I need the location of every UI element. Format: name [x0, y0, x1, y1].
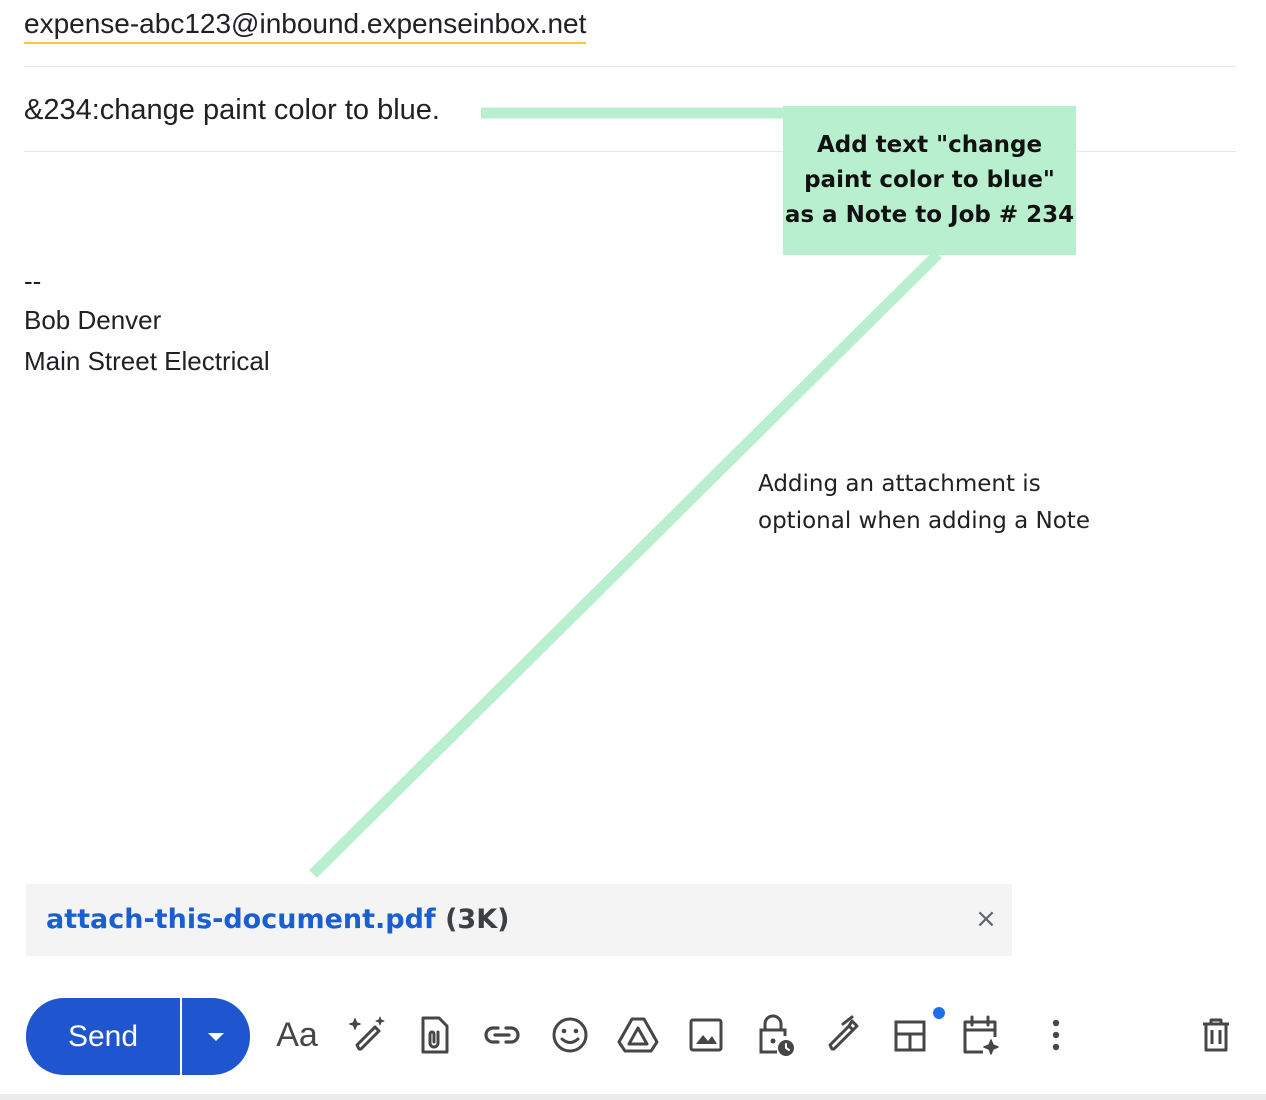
- help-me-write-button[interactable]: [342, 1010, 392, 1060]
- attachment-filename[interactable]: attach-this-document.pdf: [46, 904, 436, 935]
- insert-link-button[interactable]: [477, 1010, 527, 1060]
- more-options-button[interactable]: [1031, 1010, 1081, 1060]
- notification-dot-icon: [933, 1007, 945, 1019]
- help-me-write-icon: [349, 1016, 385, 1051]
- insert-emoji-icon: [552, 1017, 588, 1053]
- formatting-options-icon: Aa: [276, 1015, 318, 1054]
- send-button-group: Send: [26, 998, 250, 1075]
- layouts-button[interactable]: [886, 1010, 936, 1060]
- formatting-options-button[interactable]: Aa: [272, 1010, 322, 1060]
- attachment-size: (3K): [445, 904, 510, 935]
- send-button[interactable]: Send: [26, 998, 182, 1075]
- schedule-event-button[interactable]: [955, 1010, 1005, 1060]
- chevron-down-icon: [208, 1032, 224, 1041]
- callout-line-3: as a Note to Job # 234: [784, 202, 1075, 228]
- discard-draft-icon: [1203, 1018, 1229, 1052]
- insert-signature-button[interactable]: [818, 1010, 868, 1060]
- schedule-event-icon: [963, 1015, 999, 1055]
- attachment-chip[interactable]: attach-this-document.pdf (3K) ×: [26, 884, 1012, 956]
- insert-link-icon: [484, 1026, 520, 1044]
- note-line-1: Adding an attachment is: [758, 471, 1041, 497]
- note-line-2: optional when adding a Note: [758, 508, 1090, 534]
- callout-line-1: Add text "change: [816, 132, 1043, 158]
- insert-drive-icon: [617, 1017, 659, 1053]
- remove-attachment-icon[interactable]: ×: [972, 904, 1000, 934]
- window-bottom-edge: [0, 1094, 1266, 1100]
- insert-drive-button[interactable]: [613, 1010, 663, 1060]
- more-options-icon: [1052, 1019, 1060, 1051]
- note-callout: Add text "change paint color to blue" as…: [783, 106, 1076, 255]
- confidential-mode-icon: [759, 1014, 794, 1056]
- confidential-mode-button[interactable]: [750, 1010, 800, 1060]
- insert-signature-icon: [828, 1015, 859, 1051]
- layouts-icon: [894, 1020, 926, 1052]
- insert-photo-button[interactable]: [681, 1010, 731, 1060]
- attach-files-button[interactable]: [409, 1010, 459, 1060]
- insert-photo-icon: [689, 1018, 723, 1052]
- compose-window: expense-abc123@inbound.expenseinbox.net …: [0, 0, 1266, 1100]
- attachment-connector-line: [309, 250, 942, 878]
- insert-emoji-button[interactable]: [545, 1010, 595, 1060]
- attachment-link[interactable]: attach-this-document.pdf (3K): [46, 900, 509, 940]
- attach-files-icon: [421, 1016, 449, 1054]
- attachment-optional-note: Adding an attachment is optional when ad…: [758, 466, 1090, 540]
- discard-draft-button[interactable]: [1191, 1010, 1241, 1060]
- callout-line-2: paint color to blue": [804, 167, 1055, 193]
